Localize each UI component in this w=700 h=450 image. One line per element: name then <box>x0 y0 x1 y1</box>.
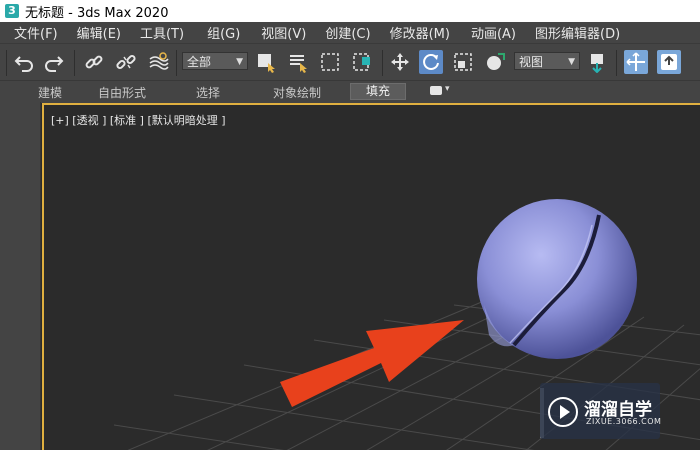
menu-create[interactable]: 创建(C) <box>325 23 379 42</box>
pivot-icon[interactable] <box>586 50 610 74</box>
menu-bar: 文件(F) 编辑(E) 工具(T) 组(G) 视图(V) 创建(C) 修改器(M… <box>0 22 700 43</box>
rect-select-region-icon[interactable] <box>318 50 342 74</box>
ribbon-tab-selection[interactable]: 选择 <box>196 84 220 101</box>
left-panel-strip <box>0 102 41 450</box>
menu-views[interactable]: 视图(V) <box>261 23 315 42</box>
viewport-label[interactable]: [+] [透视 ] [标准 ] [默认明暗处理 ] <box>51 112 226 128</box>
ribbon-tab-populate[interactable]: 填充 <box>350 83 406 100</box>
ribbon-options-icon[interactable] <box>430 86 442 95</box>
placement-icon[interactable] <box>483 50 507 74</box>
annotation-arrow <box>280 320 464 407</box>
sphere-object <box>477 199 637 359</box>
snap-icon[interactable] <box>624 50 648 74</box>
chevron-down-icon: ▼ <box>236 57 243 67</box>
toolbar-separator <box>616 50 617 76</box>
undo-icon[interactable] <box>12 50 36 74</box>
menu-edit[interactable]: 编辑(E) <box>77 23 130 42</box>
rotate-icon[interactable] <box>419 50 443 74</box>
link-icon[interactable] <box>82 50 106 74</box>
main-toolbar: 全部 ▼ 视图 ▼ <box>0 43 700 81</box>
selection-filter-value: 全部 <box>187 55 212 69</box>
toolbar-separator <box>6 50 7 76</box>
reference-coord-dropdown[interactable]: 视图 ▼ <box>514 52 580 70</box>
select-object-icon[interactable] <box>254 50 278 74</box>
bind-space-warp-icon[interactable] <box>146 50 170 74</box>
ribbon-tab-object-paint[interactable]: 对象绘制 <box>273 84 321 101</box>
ribbon-tab-freeform[interactable]: 自由形式 <box>98 84 146 101</box>
menu-file[interactable]: 文件(F) <box>14 23 67 42</box>
selection-lock-icon[interactable] <box>657 50 681 74</box>
chevron-down-icon: ▼ <box>568 57 575 67</box>
ribbon-bar: 建模 自由形式 选择 对象绘制 填充 ▾ <box>0 80 700 103</box>
menu-animation[interactable]: 动画(A) <box>471 23 525 42</box>
window-title: 无标题 - 3ds Max 2020 <box>25 5 169 21</box>
menu-modifiers[interactable]: 修改器(M) <box>390 23 459 42</box>
toolbar-separator <box>74 50 75 76</box>
chevron-down-icon[interactable]: ▾ <box>445 84 450 94</box>
unlink-icon[interactable] <box>114 50 138 74</box>
ribbon-tab-modeling[interactable]: 建模 <box>38 84 62 101</box>
redo-icon[interactable] <box>42 50 66 74</box>
move-icon[interactable] <box>388 50 412 74</box>
title-bar: 3 无标题 - 3ds Max 2020 <box>0 0 700 22</box>
watermark: 溜溜自学 ZIXUE.3066.COM <box>540 383 662 439</box>
window-crossing-icon[interactable] <box>350 50 374 74</box>
selection-filter-dropdown[interactable]: 全部 ▼ <box>182 52 248 70</box>
reference-coord-value: 视图 <box>519 55 544 69</box>
watermark-subtitle: ZIXUE.3066.COM <box>586 417 662 426</box>
app-icon: 3 <box>5 4 19 18</box>
play-icon <box>548 397 578 427</box>
menu-graph-editors[interactable]: 图形编辑器(D) <box>535 23 629 42</box>
select-by-name-icon[interactable] <box>286 50 310 74</box>
menu-tools[interactable]: 工具(T) <box>140 23 193 42</box>
toolbar-separator <box>382 50 383 76</box>
menu-group[interactable]: 组(G) <box>207 23 249 42</box>
scale-icon[interactable] <box>451 50 475 74</box>
toolbar-separator <box>176 50 177 76</box>
